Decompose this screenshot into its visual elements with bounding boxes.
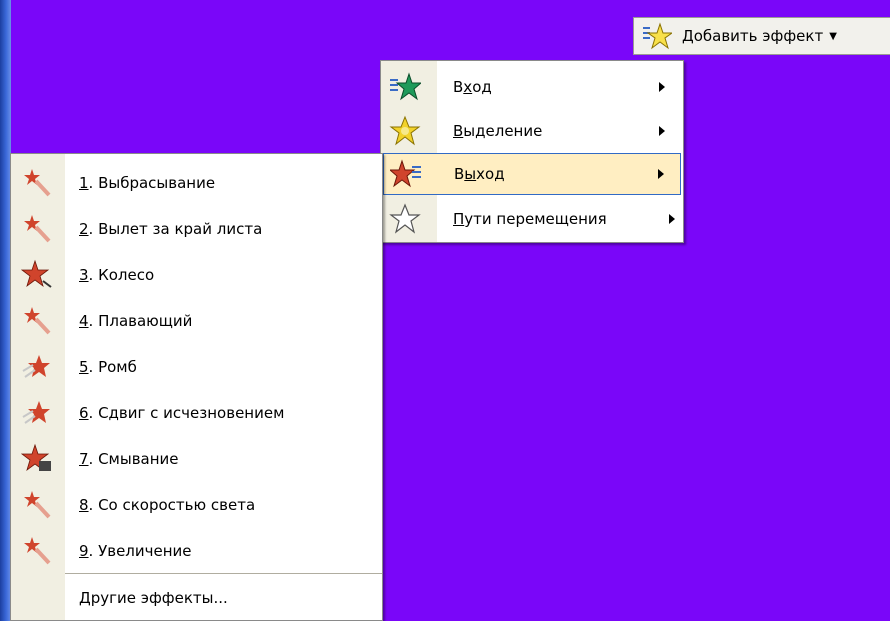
- entrance-green-star-icon: [389, 71, 421, 103]
- exit-star-icon: [21, 489, 53, 521]
- menu-item-label: Выделение: [453, 122, 543, 140]
- add-effect-button[interactable]: Добавить эффект ▼: [633, 17, 890, 55]
- more-effects-item[interactable]: Другие эффекты...: [11, 578, 382, 618]
- exit-star-icon: [21, 305, 53, 337]
- exit-star-icon: [21, 167, 53, 199]
- menu-item-label: Другие эффекты...: [79, 589, 228, 607]
- motion-path-outline-star-icon: [389, 203, 421, 235]
- emphasis-yellow-star-icon: [389, 115, 421, 147]
- menu-item-label: Выход: [454, 165, 505, 183]
- menu-item-label: 2. Вылет за край листа: [79, 220, 263, 238]
- menu-item-label: 3. Колесо: [79, 266, 155, 284]
- effect-category-menu: Вход Выделение Выход Пути перемещения: [380, 60, 684, 243]
- exit-wheel-star-icon: [21, 259, 53, 291]
- exit-diamond-star-icon: [21, 351, 53, 383]
- exit-star-icon: [21, 213, 53, 245]
- menu-item-motion-paths[interactable]: Пути перемещения: [381, 197, 683, 241]
- exit-effect-item[interactable]: 2. Вылет за край листа: [11, 206, 382, 252]
- menu-item-label: 9. Увеличение: [79, 542, 192, 560]
- submenu-arrow-icon: [658, 169, 664, 179]
- menu-item-label: 7. Смывание: [79, 450, 179, 468]
- exit-effect-item[interactable]: 4. Плавающий: [11, 298, 382, 344]
- submenu-arrow-icon: [659, 82, 665, 92]
- submenu-arrow-icon: [669, 214, 675, 224]
- menu-item-exit[interactable]: Выход: [383, 153, 681, 195]
- exit-effect-item[interactable]: 8. Со скоростью света: [11, 482, 382, 528]
- exit-wipe-star-icon: [21, 443, 53, 475]
- menu-item-label: Вход: [453, 78, 492, 96]
- menu-item-label: 8. Со скоростью света: [79, 496, 256, 514]
- menu-item-label: Пути перемещения: [453, 210, 607, 228]
- exit-star-icon: [21, 535, 53, 567]
- menu-item-label: 1. Выбрасывание: [79, 174, 216, 192]
- add-effect-star-icon: [642, 21, 672, 51]
- menu-item-label: 5. Ромб: [79, 358, 137, 376]
- menu-item-emphasis[interactable]: Выделение: [381, 109, 683, 153]
- menu-item-label: 6. Сдвиг с исчезновением: [79, 404, 285, 422]
- menu-separator: [65, 573, 382, 574]
- exit-effect-item[interactable]: 9. Увеличение: [11, 528, 382, 574]
- exit-effect-item[interactable]: 1. Выбрасывание: [11, 160, 382, 206]
- exit-effect-item[interactable]: 6. Сдвиг с исчезновением: [11, 390, 382, 436]
- exit-effects-menu: 1. Выбрасывание 2. Вылет за край листа 3…: [10, 153, 383, 621]
- add-effect-label: Добавить эффект: [682, 27, 824, 45]
- submenu-arrow-icon: [659, 126, 665, 136]
- exit-fade-star-icon: [21, 397, 53, 429]
- chevron-down-icon: ▼: [829, 30, 837, 42]
- exit-effect-item[interactable]: 5. Ромб: [11, 344, 382, 390]
- exit-effect-item[interactable]: 3. Колесо: [11, 252, 382, 298]
- exit-effect-item[interactable]: 7. Смывание: [11, 436, 382, 482]
- menu-item-label: 4. Плавающий: [79, 312, 193, 330]
- menu-item-entrance[interactable]: Вход: [381, 65, 683, 109]
- exit-red-star-icon: [390, 158, 422, 190]
